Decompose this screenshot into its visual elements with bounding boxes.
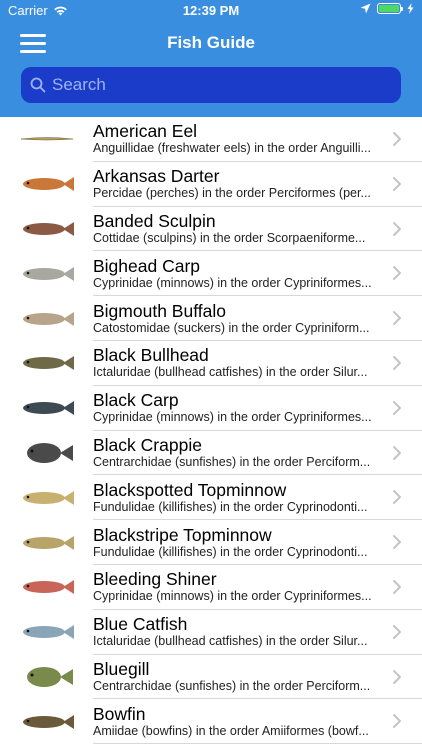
list-item[interactable]: Bowfin Amiidae (bowfins) in the order Ami… [0, 699, 422, 745]
battery-icon [377, 3, 403, 14]
fish-classification: Amiidae (bowfins) in the order Amiiforme… [93, 723, 369, 738]
list-item-text: Bowfin Amiidae (bowfins) in the order Ami… [93, 699, 422, 745]
fish-name: Bigmouth Buffalo [93, 300, 226, 321]
list-item-text: Bluegill Centrarchidae (sunfishes) in the… [93, 655, 422, 700]
fish-classification: Ictaluridae (bullhead catfishes) in the … [93, 365, 368, 380]
fish-name: Black Carp [93, 390, 179, 411]
list-item[interactable]: Blue Catfish Ictaluridae (bullhead catfis… [0, 610, 422, 655]
list-item[interactable]: Bleeding Shiner Cyprinidae (minnows) in t… [0, 565, 422, 610]
fish-buffalo-icon [0, 297, 93, 341]
battery-level [379, 5, 399, 12]
fish-classification: Centrarchidae (sunfishes) in the order P… [93, 454, 371, 469]
list-item[interactable]: Arkansas Darter Percidae (perches) in the… [0, 162, 422, 207]
chevron-right-icon [393, 490, 401, 505]
list-item-text: Blue Catfish Ictaluridae (bullhead catfis… [93, 610, 422, 655]
list-item-text: Bigmouth Buffalo Catostomidae (suckers) i… [93, 296, 422, 341]
fish-topminnow-icon [0, 476, 93, 520]
fish-name: Bowfin [93, 703, 146, 724]
fish-eel-icon [0, 117, 93, 161]
fish-name: Blackspotted Topminnow [93, 479, 287, 500]
fish-bowfin-icon [0, 700, 93, 744]
search-icon [30, 77, 46, 93]
fish-classification: Ictaluridae (bullhead catfishes) in the … [93, 634, 368, 649]
chevron-right-icon [393, 311, 401, 326]
location-arrow-icon [360, 3, 371, 14]
chevron-right-icon [393, 624, 401, 639]
search-input[interactable] [52, 75, 401, 95]
list-item-text: Bighead Carp Cyprinidae (minnows) in the … [93, 251, 422, 297]
list-item[interactable]: Blackspotted Topminnow Fundulidae (killif… [0, 475, 422, 521]
list-item-text: Black Carp Cyprinidae (minnows) in the or… [93, 386, 422, 431]
chevron-right-icon [393, 535, 401, 550]
status-right [360, 3, 414, 14]
nav-bar: Fish Guide [0, 22, 422, 66]
fish-darter-icon [0, 162, 93, 206]
fish-shiner-icon [0, 565, 93, 609]
list-item-text: Arkansas Darter Percidae (perches) in the… [93, 162, 422, 207]
chevron-right-icon [393, 266, 401, 281]
list-item-text: Blackspotted Topminnow Fundulidae (killif… [93, 475, 422, 521]
fish-name: Blue Catfish [93, 614, 188, 635]
chevron-right-icon [393, 400, 401, 415]
fish-classification: Cyprinidae (minnows) in the order Cyprin… [93, 589, 372, 604]
list-item[interactable]: Blackstripe Topminnow Fundulidae (killifi… [0, 520, 422, 565]
search-bar[interactable] [21, 67, 401, 103]
fish-bluegill-icon [0, 655, 93, 699]
list-item[interactable]: Bluegill Centrarchidae (sunfishes) in the… [0, 655, 422, 700]
chevron-right-icon [393, 355, 401, 370]
fish-classification: Cottidae (sculpins) in the order Scorpae… [93, 230, 366, 245]
fish-black-carp-icon [0, 386, 93, 430]
chevron-right-icon [393, 714, 401, 729]
chevron-right-icon [393, 132, 401, 146]
list-item[interactable]: Black Carp Cyprinidae (minnows) in the or… [0, 386, 422, 431]
fish-classification: Cyprinidae (minnows) in the order Cyprin… [93, 275, 372, 290]
fish-classification: Fundulidae (killifishes) in the order Cy… [93, 499, 368, 514]
list-item[interactable]: Banded Sculpin Cottidae (sculpins) in the… [0, 207, 422, 252]
header: Carrier 12:39 PM Fish Guide [0, 0, 422, 117]
fish-name: Blackstripe Topminnow [93, 524, 272, 545]
fish-topminnow-stripe-icon [0, 521, 93, 565]
page-title: Fish Guide [167, 33, 255, 52]
chevron-right-icon [393, 176, 401, 191]
fish-classification: Centrarchidae (sunfishes) in the order P… [93, 678, 371, 693]
list-item-text: Black Crappie Centrarchidae (sunfishes) i… [93, 431, 422, 476]
fish-catfish-icon [0, 610, 93, 654]
status-bar: Carrier 12:39 PM [0, 0, 422, 22]
list-item-text: Black Bullhead Ictaluridae (bullhead catf… [93, 341, 422, 386]
fish-name: Bighead Carp [93, 255, 201, 276]
list-item-text: Blackstripe Topminnow Fundulidae (killifi… [93, 520, 422, 565]
chevron-right-icon [393, 445, 401, 460]
fish-name: Black Crappie [93, 434, 202, 455]
fish-name: American Eel [93, 121, 198, 142]
fish-classification: Catostomidae (suckers) in the order Cypr… [93, 320, 370, 335]
fish-classification: Cyprinidae (minnows) in the order Cyprin… [93, 410, 372, 425]
list-item[interactable]: Black Bullhead Ictaluridae (bullhead catf… [0, 341, 422, 386]
chevron-right-icon [393, 579, 401, 594]
chevron-right-icon [393, 669, 401, 684]
fish-name: Arkansas Darter [93, 166, 220, 187]
fish-name: Black Bullhead [93, 345, 209, 366]
charging-bolt-icon [407, 3, 414, 14]
list-item[interactable]: Black Crappie Centrarchidae (sunfishes) i… [0, 431, 422, 476]
list-item-text: American Eel Anguillidae (freshwater eels… [93, 117, 422, 162]
fish-list: American Eel Anguillidae (freshwater eels… [0, 117, 422, 750]
status-time: 12:39 PM [182, 3, 240, 18]
fish-sculpin-icon [0, 207, 93, 251]
fish-classification: Anguillidae (freshwater eels) in the ord… [93, 141, 371, 156]
list-item[interactable]: American Eel Anguillidae (freshwater eels… [0, 117, 422, 162]
chevron-right-icon [393, 221, 401, 236]
fish-name: Banded Sculpin [93, 210, 216, 231]
list-item[interactable]: Bighead Carp Cyprinidae (minnows) in the … [0, 251, 422, 297]
fish-classification: Fundulidae (killifishes) in the order Cy… [93, 544, 368, 559]
list-item-text: Bleeding Shiner Cyprinidae (minnows) in t… [93, 565, 422, 610]
fish-crappie-icon [0, 431, 93, 475]
list-item-text: Banded Sculpin Cottidae (sculpins) in the… [93, 207, 422, 252]
fish-name: Bluegill [93, 658, 150, 679]
fish-carp-icon [0, 252, 93, 296]
fish-name: Bleeding Shiner [93, 569, 217, 590]
list-item[interactable]: Bigmouth Buffalo Catostomidae (suckers) i… [0, 296, 422, 341]
fish-classification: Percidae (perches) in the order Percifor… [93, 186, 371, 201]
fish-bullhead-icon [0, 341, 93, 385]
